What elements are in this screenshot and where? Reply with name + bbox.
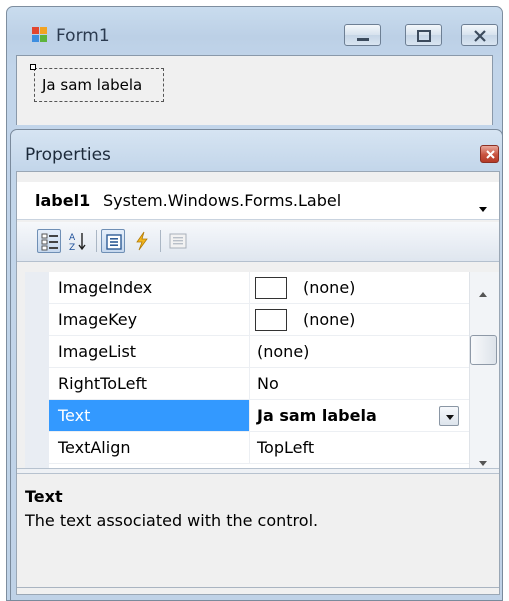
toolbar-separator bbox=[96, 230, 97, 252]
form-title: Form1 bbox=[56, 26, 110, 46]
label1-control[interactable]: Ja sam labela bbox=[42, 76, 142, 94]
property-value[interactable]: No bbox=[257, 374, 279, 393]
property-grid-margin bbox=[25, 272, 49, 468]
column-divider bbox=[249, 432, 250, 464]
form-icon bbox=[32, 27, 48, 43]
categorized-icon[interactable] bbox=[37, 229, 61, 253]
description-title: Text bbox=[25, 487, 63, 506]
chevron-down-icon[interactable] bbox=[478, 198, 488, 217]
properties-close-button[interactable] bbox=[480, 145, 499, 163]
scroll-up-icon[interactable] bbox=[478, 282, 488, 301]
property-pages-icon[interactable] bbox=[166, 229, 190, 253]
property-grid-scrollbar[interactable] bbox=[469, 272, 499, 468]
property-name: ImageIndex bbox=[58, 278, 153, 297]
object-name: label1 bbox=[35, 191, 91, 210]
toolbar-separator bbox=[160, 230, 161, 252]
description-splitter[interactable] bbox=[17, 468, 499, 474]
minimize-button[interactable] bbox=[344, 24, 381, 46]
properties-title: Properties bbox=[25, 145, 111, 165]
alphabetical-icon[interactable]: A Z bbox=[66, 229, 90, 253]
property-name: RightToLeft bbox=[58, 374, 148, 393]
label-move-grip[interactable] bbox=[30, 64, 36, 70]
property-name: TextAlign bbox=[58, 438, 131, 457]
property-value[interactable]: (none) bbox=[303, 310, 355, 329]
property-value[interactable]: (none) bbox=[257, 342, 309, 361]
property-name: Text bbox=[58, 406, 91, 425]
description-pane bbox=[17, 476, 499, 588]
property-row-righttoleft[interactable]: RightToLeft No bbox=[49, 368, 469, 400]
column-divider bbox=[249, 272, 250, 304]
column-divider bbox=[249, 336, 250, 368]
close-button[interactable] bbox=[461, 24, 498, 46]
property-row-imagekey[interactable]: ImageKey (none) bbox=[49, 304, 469, 336]
description-text: The text associated with the control. bbox=[25, 511, 319, 530]
column-divider bbox=[249, 400, 250, 432]
column-divider bbox=[249, 304, 250, 336]
property-row-text[interactable]: Text Ja sam labela bbox=[49, 400, 469, 432]
property-value[interactable]: TopLeft bbox=[257, 438, 314, 457]
events-icon[interactable] bbox=[130, 229, 154, 253]
value-dropdown-button[interactable] bbox=[439, 406, 459, 426]
property-row-imageindex[interactable]: ImageIndex (none) bbox=[49, 272, 469, 304]
properties-icon[interactable] bbox=[101, 229, 125, 253]
scrollbar-thumb[interactable] bbox=[470, 335, 497, 365]
column-divider bbox=[249, 368, 250, 400]
property-name: ImageKey bbox=[58, 310, 138, 329]
image-swatch bbox=[255, 277, 287, 299]
property-row-imagelist[interactable]: ImageList (none) bbox=[49, 336, 469, 368]
property-row-textalign[interactable]: TextAlign TopLeft bbox=[49, 432, 469, 464]
property-value[interactable]: Ja sam labela bbox=[257, 406, 377, 425]
property-value[interactable]: (none) bbox=[303, 278, 355, 297]
svg-text:A: A bbox=[69, 233, 76, 243]
image-swatch bbox=[255, 309, 287, 331]
maximize-button[interactable] bbox=[405, 24, 442, 46]
svg-text:Z: Z bbox=[69, 243, 75, 253]
object-type: System.Windows.Forms.Label bbox=[103, 191, 342, 210]
property-name: ImageList bbox=[58, 342, 137, 361]
